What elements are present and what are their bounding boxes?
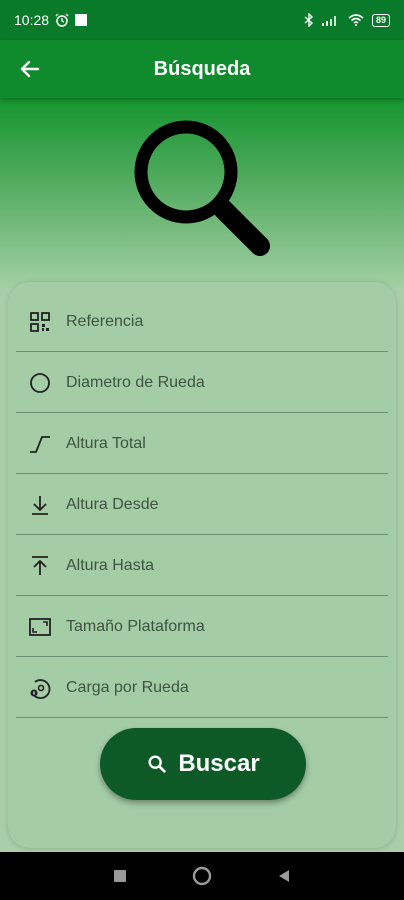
height-curve-icon (30, 435, 50, 453)
field-label: Diametro de Rueda (66, 373, 205, 391)
circle-icon (30, 372, 50, 393)
system-nav-bar (0, 852, 404, 900)
search-hero (0, 98, 404, 288)
arrow-up-from-line-icon (32, 555, 48, 575)
app-bar: Búsqueda (0, 40, 404, 98)
home-icon[interactable] (191, 865, 213, 887)
field-label: Altura Hasta (66, 556, 155, 574)
search-icon (148, 755, 167, 773)
field-referencia[interactable]: Referencia (16, 292, 388, 352)
search-button-label: Buscar (178, 750, 260, 777)
field-altura-hasta[interactable]: Altura Hasta (16, 536, 388, 596)
field-altura-total[interactable]: Altura Total (16, 414, 388, 474)
field-carga-rueda[interactable]: Carga por Rueda (16, 658, 388, 718)
field-label: Referencia (66, 312, 144, 330)
qr-code-icon (30, 311, 50, 332)
field-diametro-rueda[interactable]: Diametro de Rueda (16, 353, 388, 413)
field-label: Tamaño Plataforma (66, 617, 205, 635)
search-button[interactable]: Buscar (100, 728, 306, 800)
search-form-card: Referencia Diametro de Rueda Altura Tota… (8, 282, 396, 848)
platform-size-icon (29, 617, 51, 636)
wheel-load-icon (30, 678, 51, 699)
alarm-icon (55, 13, 69, 27)
back-nav-icon[interactable] (276, 868, 292, 884)
arrow-down-to-line-icon (32, 495, 48, 515)
notification-icon (75, 14, 88, 26)
field-label: Carga por Rueda (66, 678, 189, 696)
field-label: Altura Total (66, 434, 146, 452)
signal-icon (321, 16, 336, 26)
battery-indicator: 89 (371, 13, 390, 27)
status-time: 10:28 (14, 12, 50, 28)
wifi-icon (348, 14, 364, 26)
bluetooth-icon (304, 13, 314, 27)
page-title: Búsqueda (153, 57, 251, 80)
magnifier-icon (134, 120, 270, 256)
field-tamano-plataforma[interactable]: Tamaño Plataforma (16, 597, 388, 657)
field-label: Altura Desde (66, 495, 159, 513)
status-bar: 10:28 89 (0, 0, 404, 40)
back-arrow-icon[interactable] (18, 57, 42, 81)
field-altura-desde[interactable]: Altura Desde (16, 475, 388, 535)
recents-icon[interactable] (112, 868, 128, 884)
